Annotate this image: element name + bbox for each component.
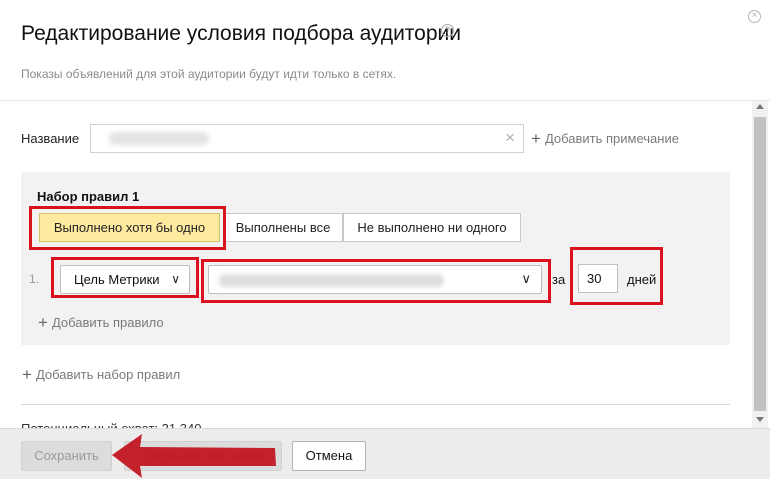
help-icon[interactable]: ?: [441, 24, 454, 37]
segment-all-fulfilled[interactable]: Выполнены все: [223, 213, 343, 242]
days-unit: дней: [627, 272, 657, 287]
scrollbar[interactable]: [752, 101, 768, 428]
goal-type-label: Цель Метрики: [74, 272, 160, 287]
dialog-footer: [0, 428, 770, 479]
rule-number: 1.: [29, 272, 40, 286]
chevron-down-icon: ∨: [521, 271, 531, 286]
goal-type-dropdown[interactable]: Цель Метрики ∨: [60, 265, 190, 294]
cancel-button[interactable]: Отмена: [292, 441, 366, 471]
segment-any-fulfilled[interactable]: Выполнено хотя бы одно: [39, 213, 220, 242]
period-prefix: за: [552, 272, 566, 287]
header-divider: [0, 100, 770, 101]
add-ruleset-label: Добавить набор правил: [35, 367, 181, 382]
add-ruleset-link[interactable]: + Добавить набор правил: [22, 365, 180, 385]
dialog-title: Редактирование условия подбора аудитории: [21, 22, 462, 45]
name-input[interactable]: ×: [90, 124, 524, 153]
goal-select[interactable]: ∨: [208, 265, 542, 294]
add-note-link[interactable]: + Добавить примечание: [531, 129, 679, 149]
scroll-up-icon[interactable]: [756, 104, 764, 109]
add-rule-label: Добавить правило: [51, 315, 164, 330]
save-button[interactable]: Сохранить: [21, 441, 112, 471]
add-rule-link[interactable]: + Добавить правило: [38, 313, 164, 333]
name-label: Название: [21, 131, 80, 146]
plus-icon: +: [531, 129, 541, 148]
add-note-label: Добавить примечание: [544, 131, 679, 146]
close-icon[interactable]: ×: [748, 10, 761, 23]
body-divider: [21, 404, 730, 405]
blurred-goal-value: [219, 274, 444, 287]
save-as-new-button[interactable]: Сохранить как новое: [124, 441, 282, 471]
dialog-subtitle: Показы объявлений для этой аудитории буд…: [21, 67, 397, 81]
segment-none-fulfilled[interactable]: Не выполнено ни одного: [343, 213, 521, 242]
ruleset-title: Набор правил 1: [37, 189, 140, 204]
edit-audience-dialog: Редактирование условия подбора аудитории…: [0, 0, 770, 479]
days-input[interactable]: 30: [578, 264, 618, 293]
blurred-name-value: [109, 132, 209, 145]
scroll-down-icon[interactable]: [756, 417, 764, 422]
scroll-thumb[interactable]: [754, 117, 766, 411]
plus-icon: +: [22, 365, 32, 384]
clear-icon[interactable]: ×: [505, 129, 515, 147]
plus-icon: +: [38, 313, 48, 332]
chevron-down-icon: ∨: [171, 272, 180, 286]
